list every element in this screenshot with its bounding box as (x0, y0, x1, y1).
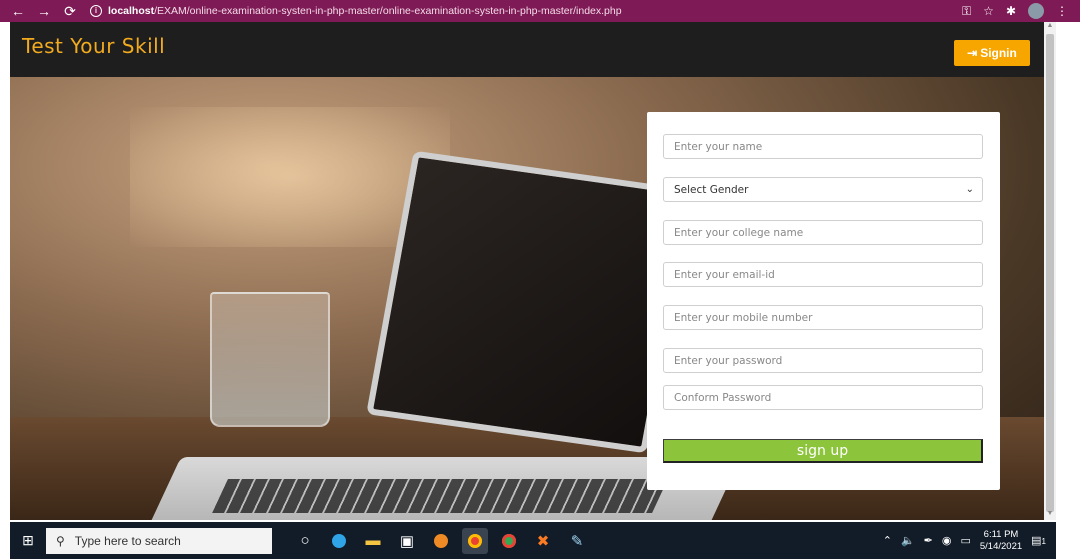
gender-selected-value: Select Gender (674, 183, 749, 196)
gender-select[interactable]: Select Gender ⌄ (663, 177, 983, 202)
signin-label: Signin (980, 46, 1017, 60)
wifi-icon[interactable]: ◉ (942, 534, 952, 547)
site-title: Test Your Skill (22, 34, 166, 58)
star-icon[interactable]: ☆ (983, 4, 994, 18)
windows-start-icon[interactable]: ⊞ (10, 522, 46, 559)
email-input[interactable]: Enter your email-id (663, 262, 983, 287)
clock-time: 6:11 PM (983, 528, 1019, 540)
key-icon[interactable]: ⚿ (962, 4, 971, 19)
url-host: localhost (108, 5, 155, 17)
windows-taskbar: ⊞ ⚲ Type here to search ○ ▬ ▣ ✖ ✎ ⌃ 🔈 ✒ … (10, 522, 1056, 559)
site-header: Test Your Skill ⇥ Signin (10, 22, 1044, 77)
file-explorer-icon[interactable]: ▬ (360, 528, 386, 554)
water-glass (210, 292, 330, 427)
reload-icon[interactable]: ⟳ (62, 3, 78, 20)
search-icon: ⚲ (56, 533, 65, 548)
page-scrollbar[interactable]: ▲ ▼ (1044, 22, 1056, 520)
info-icon[interactable]: i (90, 5, 102, 17)
menu-kebab-icon[interactable]: ⋮ (1056, 4, 1068, 18)
scroll-down-icon[interactable]: ▼ (1044, 510, 1056, 520)
paint-icon[interactable]: ✎ (564, 528, 590, 554)
name-input[interactable]: Enter your name (663, 134, 983, 159)
taskbar-search[interactable]: ⚲ Type here to search (46, 527, 272, 554)
edge-icon[interactable] (326, 528, 352, 554)
chevron-down-icon: ⌄ (965, 184, 974, 195)
signin-button[interactable]: ⇥ Signin (954, 40, 1030, 66)
pen-icon[interactable]: ✒ (924, 534, 933, 547)
address-bar[interactable]: i localhost /EXAM/online-examination-sys… (90, 5, 622, 17)
confirm-password-input[interactable]: Conform Password (663, 385, 983, 410)
scroll-thumb[interactable] (1046, 34, 1054, 512)
browser-toolbar: ← → ⟳ i localhost /EXAM/online-examinati… (0, 0, 1080, 22)
notification-count: 1 (1041, 537, 1046, 546)
password-input[interactable]: Enter your password (663, 348, 983, 373)
url-path: /EXAM/online-examination-systen-in-php-m… (154, 5, 622, 17)
system-tray: ⌃ 🔈 ✒ ◉ ▭ 6:11 PM 5/14/2021 ▤1 (883, 529, 1056, 553)
college-input[interactable]: Enter your college name (663, 220, 983, 245)
store-icon[interactable]: ▣ (394, 528, 420, 554)
volume-icon[interactable]: 🔈 (901, 534, 915, 547)
clock[interactable]: 6:11 PM 5/14/2021 (980, 529, 1022, 553)
chrome-secondary-icon[interactable] (496, 528, 522, 554)
laptop-screen (366, 150, 694, 454)
xampp-icon[interactable]: ✖ (530, 528, 556, 554)
scroll-up-icon[interactable]: ▲ (1044, 22, 1056, 34)
firefox-icon[interactable] (428, 528, 454, 554)
registration-form: Enter your name Select Gender ⌄ Enter yo… (647, 112, 1000, 490)
forward-arrow-icon[interactable]: → (36, 3, 52, 19)
extensions-icon[interactable]: ✱ (1006, 4, 1016, 18)
chevron-up-icon[interactable]: ⌃ (883, 534, 892, 547)
back-arrow-icon[interactable]: ← (10, 3, 26, 19)
clock-date: 5/14/2021 (979, 540, 1023, 552)
mobile-input[interactable]: Enter your mobile number (663, 305, 983, 330)
task-view-icon[interactable]: ○ (292, 528, 318, 554)
taskbar-search-placeholder: Type here to search (74, 533, 181, 548)
login-icon: ⇥ (967, 46, 978, 60)
chrome-icon[interactable] (462, 527, 488, 554)
battery-icon[interactable]: ▭ (960, 534, 970, 547)
notification-icon[interactable]: ▤1 (1031, 534, 1046, 547)
profile-avatar[interactable] (1028, 3, 1044, 19)
sign-up-button[interactable]: sign up (663, 439, 983, 463)
